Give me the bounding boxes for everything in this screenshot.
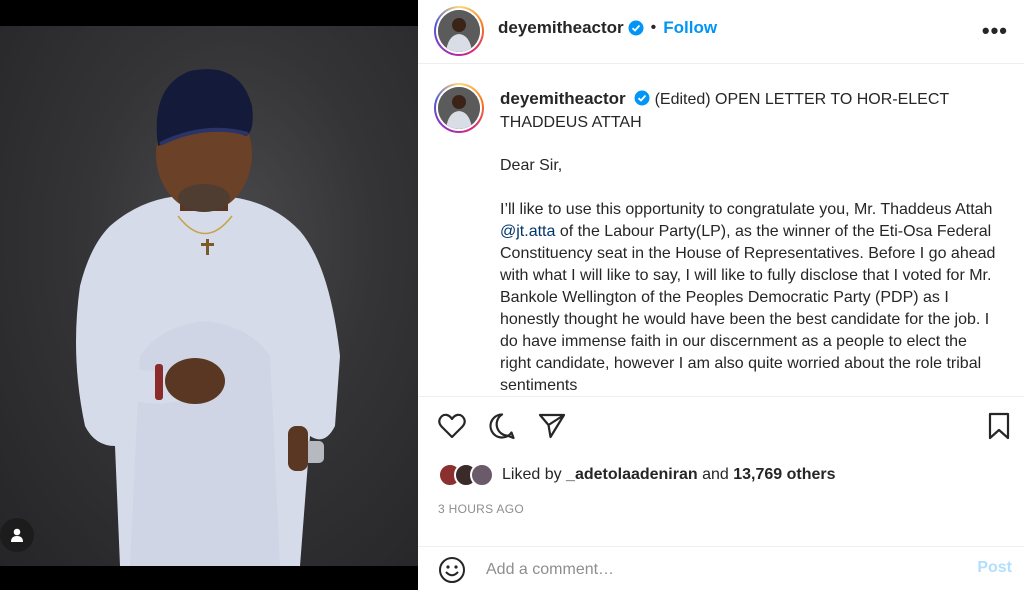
comment-icon[interactable] — [488, 412, 516, 440]
mention-link[interactable]: @jt.atta — [500, 223, 555, 240]
post-actions: Liked by _adetolaadeniran and 13,769 oth… — [418, 396, 1024, 546]
caption-author-avatar[interactable] — [434, 83, 484, 133]
bookmark-icon[interactable] — [988, 412, 1010, 440]
likes-row[interactable]: Liked by _adetolaadeniran and 13,769 oth… — [438, 463, 836, 487]
avatar-photo — [438, 87, 480, 129]
emoji-icon[interactable] — [438, 556, 466, 584]
caption-greeting: Dear Sir, — [500, 157, 563, 174]
post-comment-button[interactable]: Post — [977, 559, 1012, 577]
caption-paragraph: I’ll like to use this opportunity to con… — [500, 201, 996, 394]
liker-avatar — [470, 463, 494, 487]
author-username[interactable]: deyemitheactor — [498, 18, 624, 38]
caption-body: Dear Sir, I’ll like to use this opportun… — [500, 155, 1000, 395]
verified-badge-icon — [634, 90, 650, 106]
follow-button[interactable]: Follow — [663, 18, 717, 38]
comment-input[interactable] — [486, 555, 946, 585]
tag-people-button[interactable] — [0, 518, 34, 552]
separator-dot: • — [650, 19, 657, 36]
caption-header: deyemitheactor (Edited) OPEN LETTER TO H… — [500, 87, 1000, 134]
verified-badge-icon — [628, 20, 644, 36]
liked-by-user[interactable]: _adetolaadeniran — [566, 466, 698, 483]
post-timestamp[interactable]: 3 HOURS AGO — [438, 502, 524, 516]
person-tag-icon — [11, 528, 23, 542]
header-user-row: deyemitheactor • Follow — [498, 18, 717, 38]
liked-others[interactable]: 13,769 others — [733, 466, 835, 483]
post-details-panel: deyemitheactor • Follow ••• deyemitheact… — [418, 0, 1024, 590]
caption-username[interactable]: deyemitheactor — [500, 89, 626, 108]
caption-area[interactable]: deyemitheactor (Edited) OPEN LETTER TO H… — [418, 65, 1024, 395]
author-avatar[interactable] — [434, 6, 484, 56]
more-options-button[interactable]: ••• — [982, 18, 1008, 44]
post-header: deyemitheactor • Follow ••• — [418, 0, 1024, 64]
share-icon[interactable] — [538, 413, 566, 439]
liker-avatars — [438, 463, 494, 487]
heart-icon[interactable] — [438, 413, 466, 439]
comment-bar: Post — [418, 546, 1024, 590]
man-in-white-agbada-photo — [76, 69, 340, 566]
likes-text: Liked by _adetolaadeniran and 13,769 oth… — [502, 466, 836, 483]
avatar-photo — [438, 10, 480, 52]
post-media[interactable] — [0, 0, 418, 590]
post-photo — [0, 26, 418, 566]
